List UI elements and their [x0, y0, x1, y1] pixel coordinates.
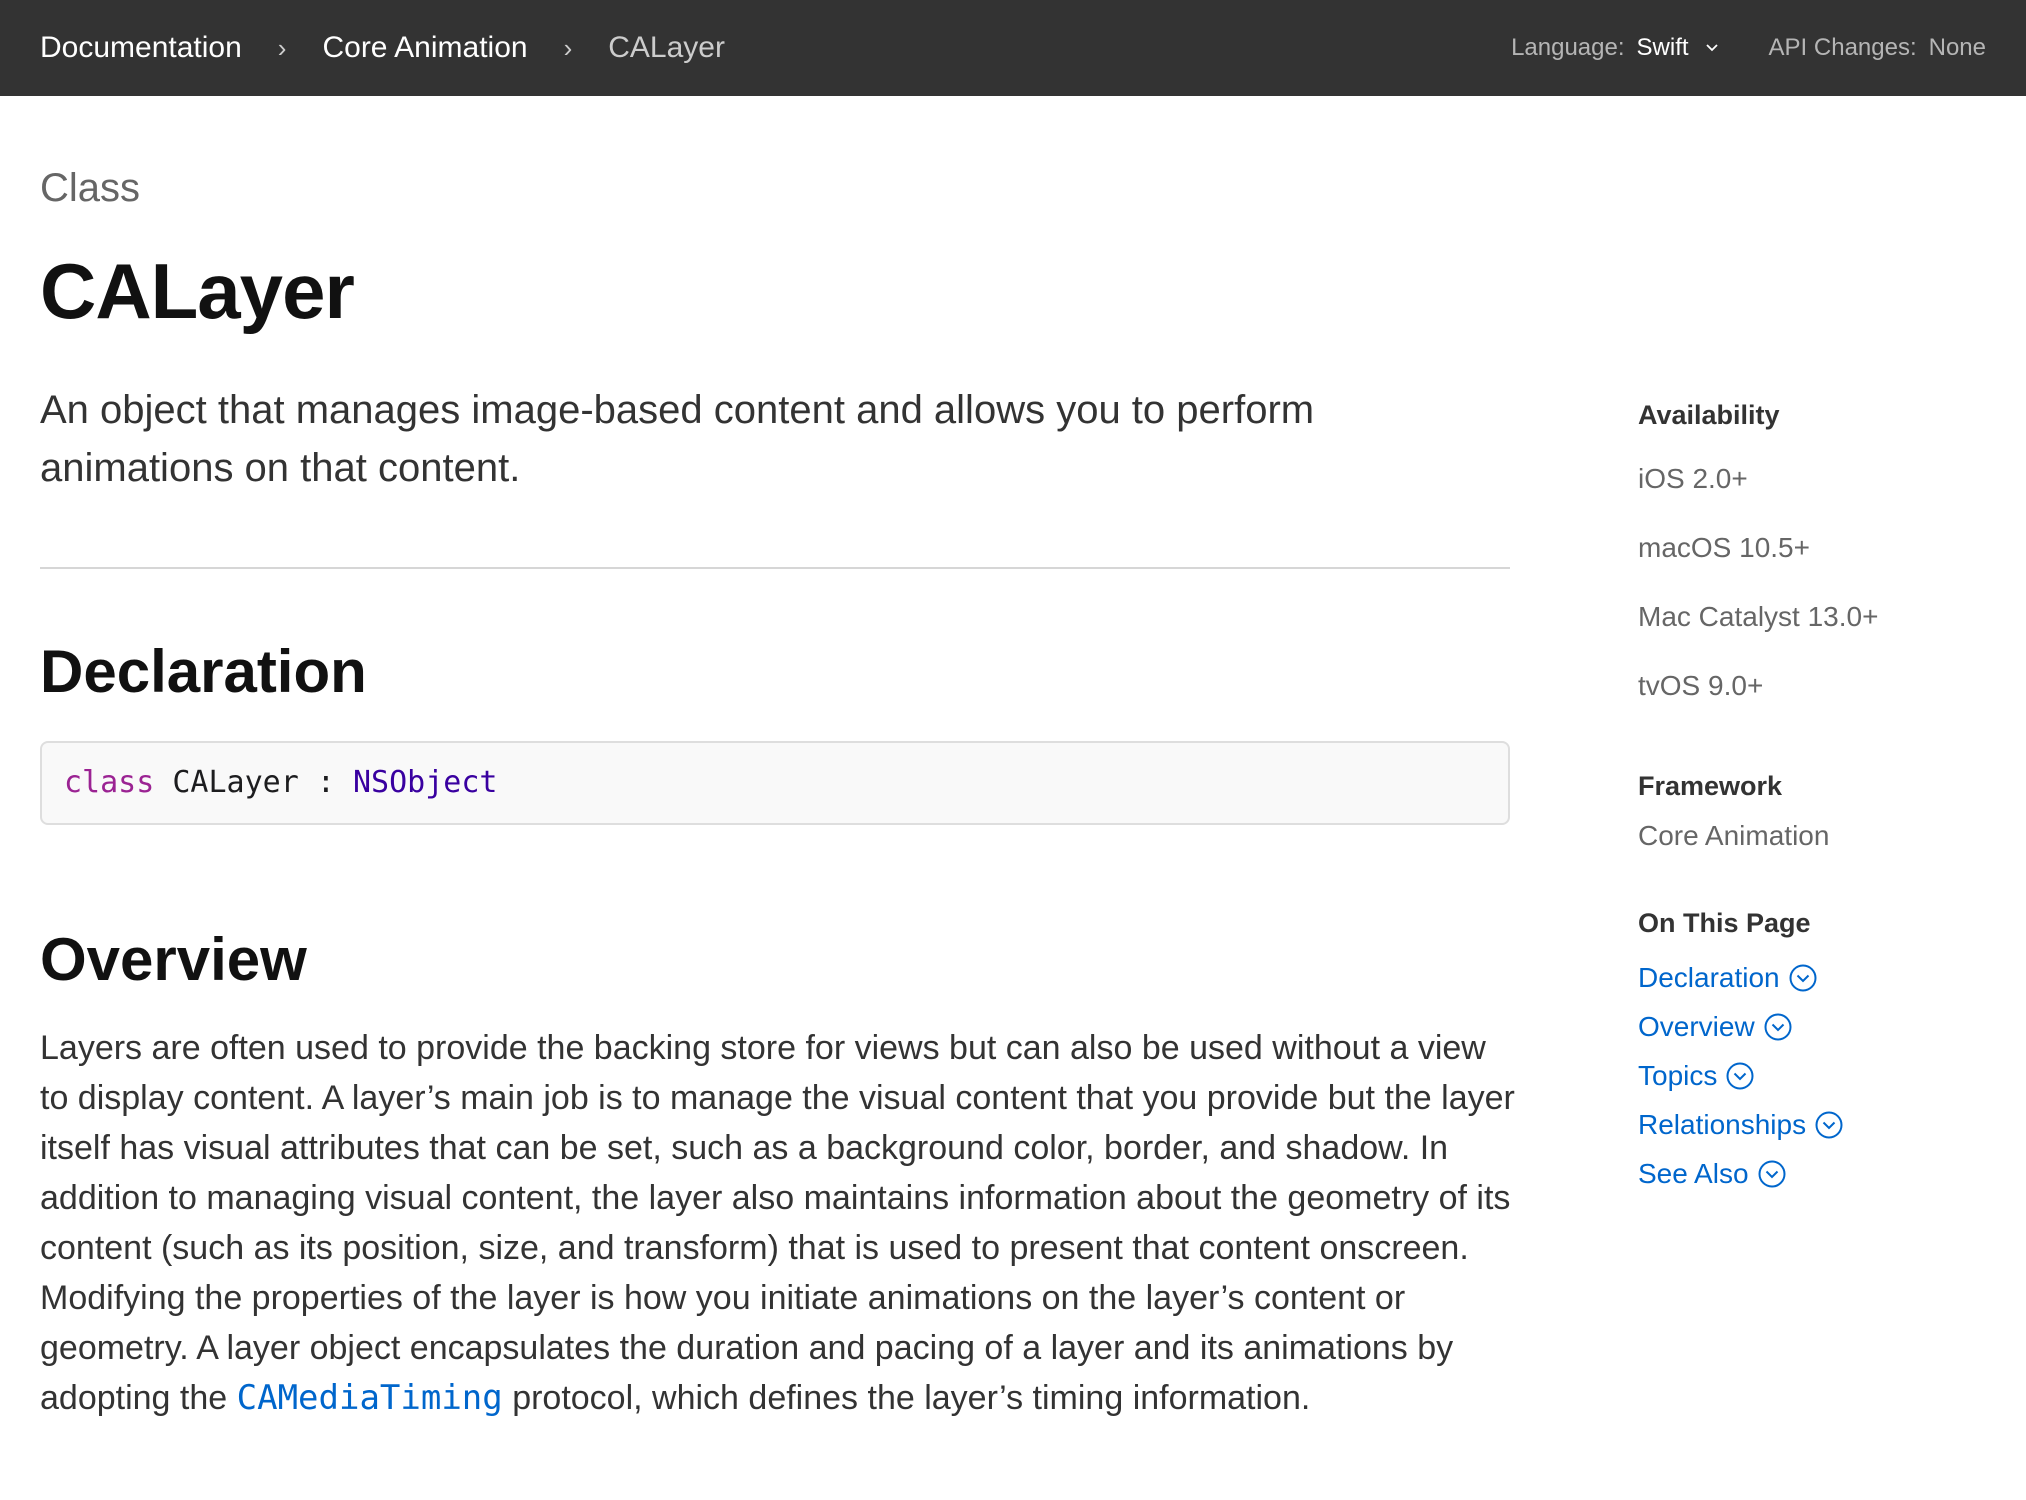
availability-mac-catalyst: Mac Catalyst 13.0+: [1638, 601, 1879, 632]
otp-link-relationships[interactable]: Relationships: [1638, 1100, 1998, 1149]
otp-link-declaration[interactable]: Declaration: [1638, 953, 1998, 1002]
code-colon: :: [316, 765, 335, 801]
breadcrumb-documentation[interactable]: Documentation: [40, 31, 242, 65]
otp-link-overview[interactable]: Overview: [1638, 1002, 1998, 1051]
chevron-right-icon: ›: [563, 32, 573, 63]
circle-chevron-down-icon: [1789, 964, 1817, 991]
on-this-page-list: Declaration Overview Topics Relationship…: [1638, 953, 1998, 1198]
availability-heading: Availability: [1638, 400, 1780, 430]
code-keyword: class: [64, 765, 155, 801]
otp-link-see-also[interactable]: See Also: [1638, 1149, 1998, 1198]
breadcrumb-current-page: CALayer: [608, 31, 725, 64]
symbol-kind: Class: [40, 166, 141, 210]
availability-tvos: tvOS 9.0+: [1638, 670, 1764, 701]
sidebar: Availability iOS 2.0+ macOS 10.5+ Mac Ca…: [1638, 400, 1998, 1198]
chevron-down-icon: [1705, 44, 1718, 52]
top-navigation-bar: Documentation › Core Animation › CALayer…: [0, 0, 2026, 96]
otp-link-label: Relationships: [1638, 1108, 1807, 1140]
otp-link-label: See Also: [1638, 1157, 1749, 1189]
otp-link-label: Overview: [1638, 1010, 1755, 1042]
circle-chevron-down-icon: [1726, 1062, 1754, 1089]
topbar-controls: Language: Swift API Changes: None: [1511, 34, 1986, 62]
circle-chevron-down-icon: [1764, 1013, 1792, 1040]
language-value: Swift: [1636, 34, 1689, 61]
chevron-right-icon: ›: [277, 32, 287, 63]
language-label: Language:: [1511, 34, 1625, 61]
otp-link-topics[interactable]: Topics: [1638, 1051, 1998, 1100]
circle-chevron-down-icon: [1758, 1160, 1786, 1187]
declaration-code: class CALayer : NSObject: [40, 740, 1510, 825]
otp-link-label: Declaration: [1638, 961, 1780, 993]
overview-heading: Overview: [40, 925, 307, 993]
code-superclass-link[interactable]: NSObject: [353, 765, 498, 800]
abstract: An object that manages image-based conte…: [40, 387, 1315, 490]
api-changes-label: API Changes:: [1768, 34, 1917, 61]
overview-text-before: Layers are often used to provide the bac…: [40, 1028, 1515, 1417]
on-this-page-heading: On This Page: [1638, 908, 1811, 938]
code-class-name: CALayer: [172, 765, 299, 801]
breadcrumb: Documentation › Core Animation › CALayer: [40, 31, 725, 65]
availability-macos: macOS 10.5+: [1638, 532, 1810, 563]
api-changes-toggle[interactable]: API Changes: None: [1769, 34, 1986, 62]
main-content: Class CALayer An object that manages ima…: [40, 96, 1515, 1423]
otp-link-label: Topics: [1638, 1059, 1718, 1091]
overview-text-after: protocol, which defines the layer’s timi…: [512, 1378, 1311, 1417]
page-title: CALayer: [40, 247, 355, 335]
framework-value: Core Animation: [1638, 820, 1830, 851]
api-changes-value: None: [1928, 34, 1986, 61]
availability-ios: iOS 2.0+: [1638, 463, 1748, 494]
circle-chevron-down-icon: [1815, 1111, 1843, 1138]
divider: [40, 566, 1510, 569]
breadcrumb-core-animation[interactable]: Core Animation: [322, 31, 527, 65]
declaration-heading: Declaration: [40, 637, 367, 705]
overview-paragraph: Layers are often used to provide the bac…: [40, 1023, 1520, 1423]
framework-heading: Framework: [1638, 771, 1783, 801]
language-select[interactable]: Swift: [1637, 34, 1719, 62]
camediatiming-link[interactable]: CAMediaTiming: [237, 1378, 503, 1418]
availability-list: iOS 2.0+ macOS 10.5+ Mac Catalyst 13.0+ …: [1638, 461, 1998, 703]
